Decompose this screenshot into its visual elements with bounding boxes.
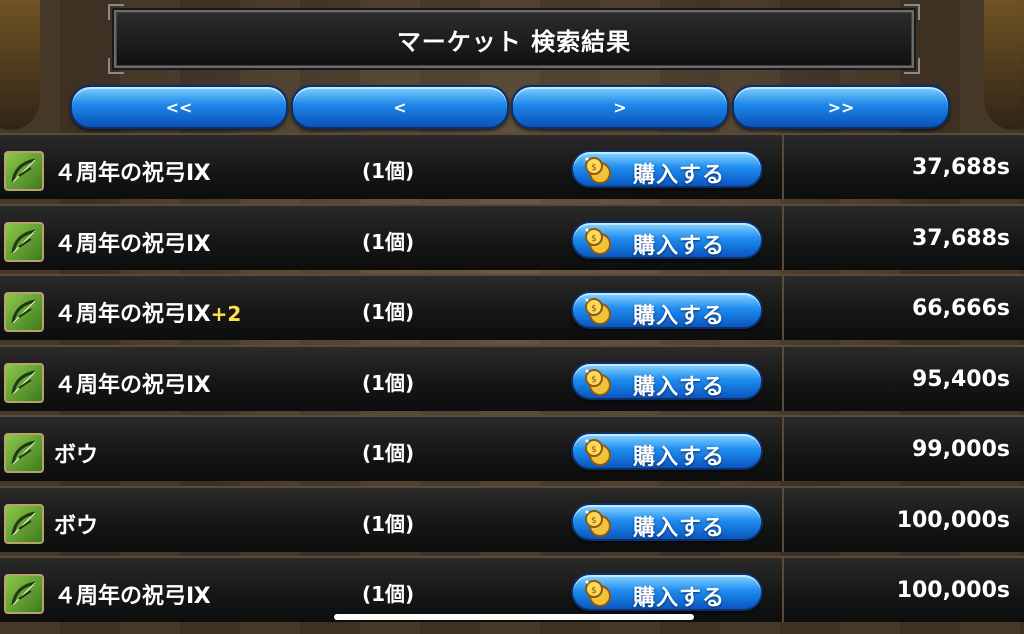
pagination-nav: << < > >> bbox=[70, 85, 950, 129]
column-divider bbox=[782, 276, 784, 340]
item-quantity: (1個) bbox=[362, 511, 415, 536]
item-price: 37,688s bbox=[912, 225, 1010, 251]
item-name-text: ４周年の祝弓Ⅸ bbox=[54, 584, 211, 609]
prev-page-button[interactable]: < bbox=[291, 85, 509, 129]
buy-button-label: 購入する bbox=[633, 233, 726, 259]
column-divider bbox=[782, 487, 784, 552]
right-ornament bbox=[984, 0, 1024, 130]
item-name-text: ４周年の祝弓Ⅸ bbox=[54, 372, 211, 398]
bow-icon bbox=[4, 574, 44, 614]
next-page-button[interactable]: > bbox=[511, 85, 729, 129]
buy-button[interactable]: $ 購入する bbox=[571, 502, 763, 541]
coin-icon: $ bbox=[583, 578, 613, 608]
bow-icon bbox=[4, 503, 44, 544]
item-name: ４周年の祝弓Ⅸ bbox=[54, 155, 211, 187]
buy-button[interactable]: $ 購入する bbox=[571, 573, 763, 611]
coin-icon: $ bbox=[583, 155, 613, 185]
svg-text:$: $ bbox=[591, 375, 597, 385]
list-item: ４周年の祝弓Ⅸ (1個) $ 購入する 37,688s bbox=[0, 133, 1024, 199]
svg-text:$: $ bbox=[591, 516, 597, 526]
buy-button[interactable]: $ 購入する bbox=[571, 291, 763, 329]
svg-text:$: $ bbox=[591, 163, 597, 173]
svg-text:$: $ bbox=[591, 304, 597, 314]
buy-button-label: 購入する bbox=[633, 374, 726, 400]
item-name-text: ４周年の祝弓Ⅸ bbox=[54, 231, 211, 257]
coin-icon: $ bbox=[583, 367, 613, 397]
item-name: ４周年の祝弓Ⅸ bbox=[54, 578, 211, 610]
list-item: ４周年の祝弓Ⅸ (1個) $ 購入する 100,000s bbox=[0, 556, 1024, 622]
buy-button-label: 購入する bbox=[633, 445, 726, 470]
item-quantity: (1個) bbox=[362, 229, 415, 254]
coin-icon: $ bbox=[583, 226, 613, 256]
item-name-text: ４周年の祝弓Ⅸ bbox=[54, 161, 211, 186]
search-results-list: ４周年の祝弓Ⅸ (1個) $ 購入する 37,688s ４周年の祝弓Ⅸ (1個) $ 購入する 3… bbox=[0, 133, 1024, 634]
svg-text:$: $ bbox=[591, 586, 597, 596]
item-name: ４周年の祝弓Ⅸ bbox=[54, 226, 211, 258]
banner-corner-ornament bbox=[904, 58, 920, 74]
item-name: ボウ bbox=[54, 437, 98, 469]
page-title-banner: マーケット 検索結果 bbox=[108, 4, 920, 74]
item-quantity: (1個) bbox=[362, 441, 415, 465]
banner-corner-ornament bbox=[108, 4, 124, 20]
left-ornament bbox=[0, 0, 40, 130]
coin-icon: $ bbox=[583, 437, 613, 467]
buy-button[interactable]: $ 購入する bbox=[571, 361, 763, 400]
first-page-button[interactable]: << bbox=[70, 85, 288, 129]
column-divider bbox=[782, 135, 784, 199]
item-quantity: (1個) bbox=[362, 370, 415, 395]
coin-icon: $ bbox=[583, 508, 613, 538]
item-quantity: (1個) bbox=[362, 582, 415, 606]
buy-button[interactable]: $ 購入する bbox=[571, 432, 763, 470]
item-price: 37,688s bbox=[912, 155, 1010, 180]
item-quantity: (1個) bbox=[362, 300, 415, 324]
bow-icon bbox=[4, 362, 44, 403]
item-enhance-level: +2 bbox=[210, 302, 242, 326]
bow-icon bbox=[4, 433, 44, 473]
buy-button-label: 購入する bbox=[633, 304, 726, 329]
banner-corner-ornament bbox=[108, 58, 124, 74]
banner-corner-ornament bbox=[904, 4, 920, 20]
column-divider bbox=[782, 205, 784, 270]
item-price: 66,666s bbox=[912, 296, 1010, 321]
item-name: ボウ bbox=[54, 508, 98, 540]
column-divider bbox=[782, 558, 784, 622]
list-item: ボウ (1個) $ 購入する 100,000s bbox=[0, 485, 1024, 552]
home-indicator[interactable] bbox=[334, 614, 694, 620]
item-price: 95,400s bbox=[912, 366, 1010, 392]
buy-button[interactable]: $ 購入する bbox=[571, 220, 763, 259]
last-page-button[interactable]: >> bbox=[732, 85, 950, 129]
column-divider bbox=[782, 417, 784, 481]
item-name-text: ４周年の祝弓Ⅸ bbox=[54, 302, 211, 327]
svg-text:$: $ bbox=[591, 234, 597, 244]
column-divider bbox=[782, 346, 784, 411]
buy-button-label: 購入する bbox=[633, 163, 726, 188]
item-price: 99,000s bbox=[912, 437, 1010, 462]
item-price: 100,000s bbox=[896, 507, 1010, 533]
bow-icon bbox=[4, 221, 44, 262]
buy-button-label: 購入する bbox=[633, 515, 726, 541]
item-name: ４周年の祝弓Ⅸ+2 bbox=[54, 296, 241, 328]
item-name-text: ボウ bbox=[54, 443, 99, 468]
item-name-text: ボウ bbox=[54, 513, 99, 539]
list-item: ボウ (1個) $ 購入する 99,000s bbox=[0, 415, 1024, 481]
list-item: ４周年の祝弓Ⅸ+2 (1個) $ 購入する 66,666s bbox=[0, 274, 1024, 340]
item-quantity: (1個) bbox=[362, 159, 415, 183]
buy-button[interactable]: $ 購入する bbox=[571, 150, 763, 188]
bow-icon bbox=[4, 292, 44, 332]
coin-icon: $ bbox=[583, 296, 613, 326]
buy-button-label: 購入する bbox=[633, 586, 726, 611]
item-price: 100,000s bbox=[896, 578, 1010, 603]
bow-icon bbox=[4, 151, 44, 191]
page-title: マーケット 検索結果 bbox=[396, 27, 632, 56]
svg-text:$: $ bbox=[591, 445, 597, 455]
list-item: ４周年の祝弓Ⅸ (1個) $ 購入する 95,400s bbox=[0, 344, 1024, 411]
item-name: ４周年の祝弓Ⅸ bbox=[54, 367, 211, 399]
list-item: ４周年の祝弓Ⅸ (1個) $ 購入する 37,688s bbox=[0, 203, 1024, 270]
